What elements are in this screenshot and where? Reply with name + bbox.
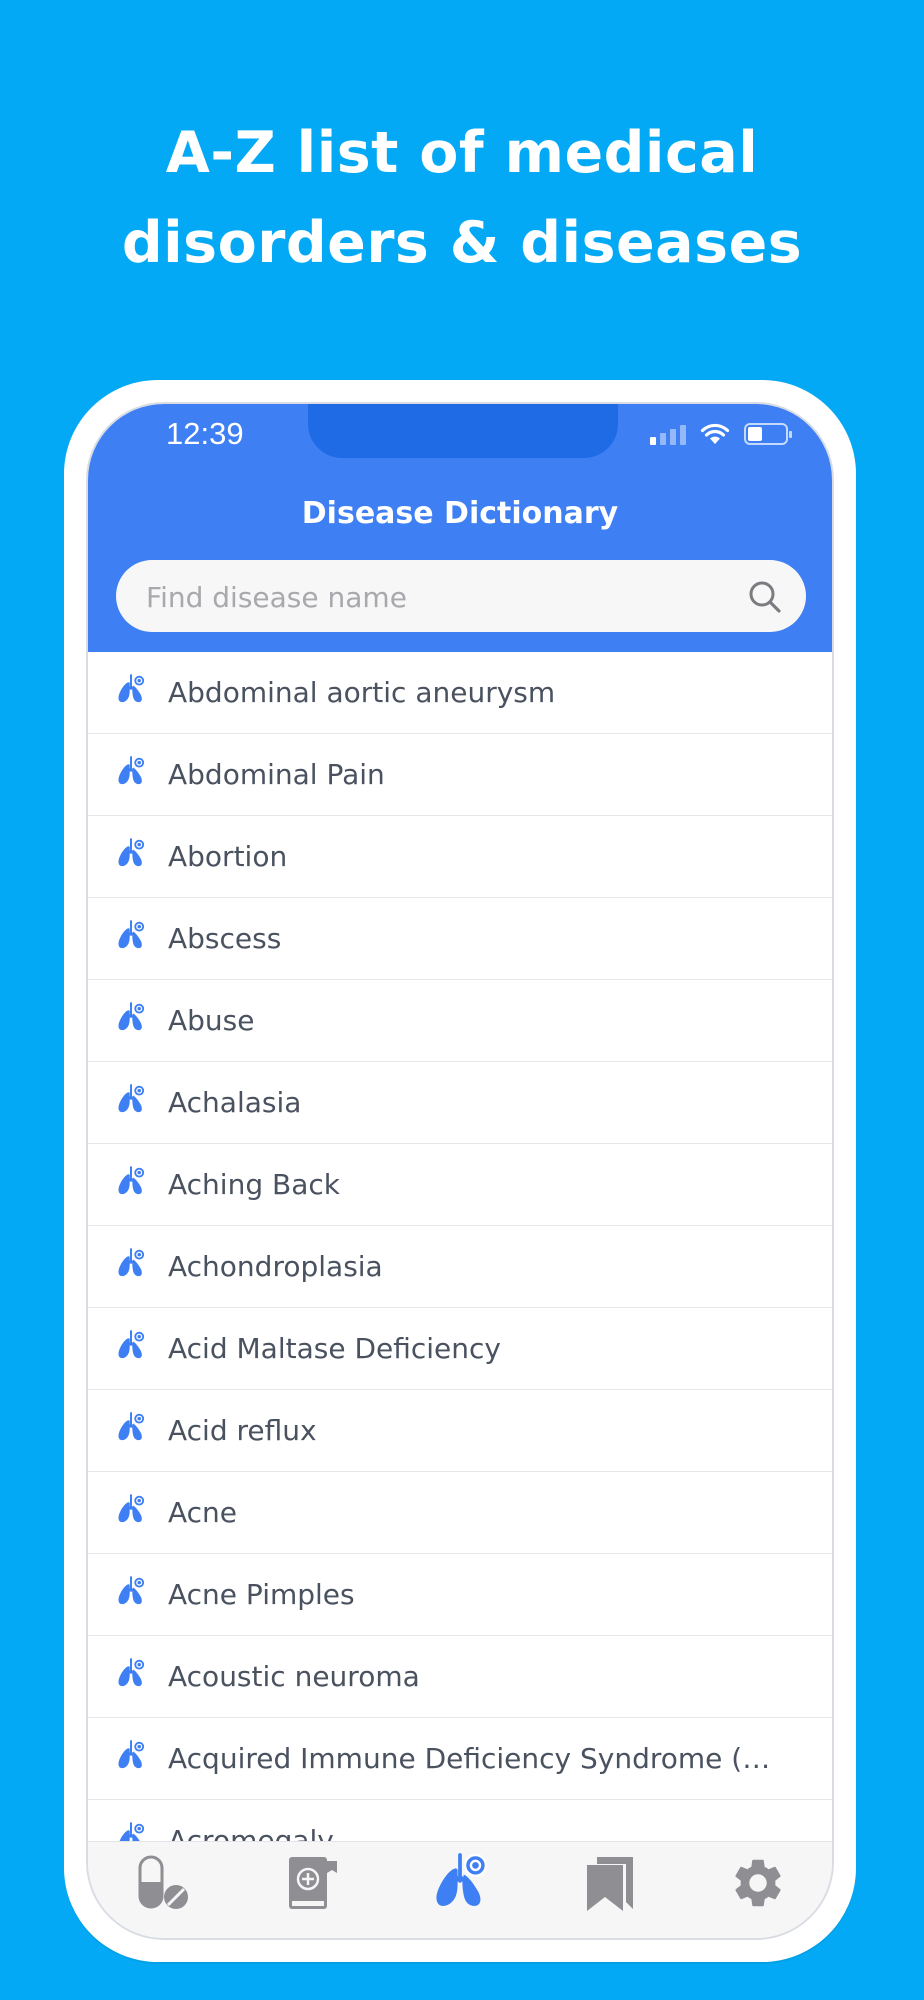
list-item-label: Acid reflux <box>168 1414 317 1447</box>
lungs-icon <box>436 1853 488 1906</box>
list-item-label: Acquired Immune Deficiency Syndrome (AI.… <box>168 1742 788 1775</box>
lungs-icon <box>118 1330 146 1359</box>
list-item[interactable]: Acquired Immune Deficiency Syndrome (AI.… <box>88 1718 832 1800</box>
lungs-icon <box>118 1740 146 1769</box>
tab-bar <box>88 1841 832 1938</box>
list-item[interactable]: Acid reflux <box>88 1390 832 1472</box>
list-item[interactable]: Abuse <box>88 980 832 1062</box>
lungs-icon <box>118 1248 146 1277</box>
lungs-icon <box>118 838 146 867</box>
cellular-signal-icon <box>650 423 686 445</box>
lungs-icon <box>118 1412 146 1441</box>
lungs-icon <box>118 1494 146 1523</box>
list-item[interactable]: Abortion <box>88 816 832 898</box>
search-input[interactable] <box>144 560 708 634</box>
list-item-label: Acne Pimples <box>168 1578 355 1611</box>
disease-list[interactable]: Abdominal aortic aneurysm Abdominal Pain… <box>88 652 832 1846</box>
phone-screen: 12:39 Disease Dictionary Find disease na… <box>86 402 834 1940</box>
lungs-icon <box>118 1576 146 1605</box>
lungs-icon <box>118 756 146 785</box>
app-header: 12:39 Disease Dictionary <box>88 404 832 652</box>
list-item-label: Abscess <box>168 922 282 955</box>
headline-line-2: disorders & diseases <box>121 210 803 276</box>
app-title: Disease Dictionary <box>301 496 619 531</box>
list-item[interactable]: Abdominal aortic aneurysm <box>88 652 832 734</box>
bookmarks-icon <box>586 1857 633 1911</box>
wifi-icon <box>700 423 730 444</box>
list-item[interactable]: Abdominal Pain <box>88 734 832 816</box>
list-item-label: Abortion <box>168 840 288 873</box>
list-item-label: Abdominal Pain <box>168 758 385 791</box>
medicine-icon <box>138 1855 189 1909</box>
lungs-icon <box>118 1084 146 1113</box>
list-item-label: Achalasia <box>168 1086 302 1119</box>
tab-bookmarks[interactable] <box>564 1848 654 1918</box>
battery-icon <box>744 423 792 445</box>
list-item-label: Acromegaly <box>168 1824 334 1846</box>
list-item[interactable]: Acne <box>88 1472 832 1554</box>
medical-book-icon <box>289 1857 338 1909</box>
list-item[interactable]: Abscess <box>88 898 832 980</box>
headline-line-1: A-Z list of medical <box>165 120 759 186</box>
tab-diseases[interactable] <box>415 1848 505 1918</box>
lungs-icon <box>118 1002 146 1031</box>
status-icons <box>650 422 792 446</box>
lungs-icon <box>118 674 146 703</box>
list-item[interactable]: Acid Maltase Deficiency <box>88 1308 832 1390</box>
list-item[interactable]: Aching Back <box>88 1144 832 1226</box>
status-time: 12:39 <box>166 416 244 451</box>
tab-dictionary[interactable] <box>266 1848 356 1918</box>
gear-icon <box>735 1859 781 1907</box>
promo-headline: A-Z list of medical disorders & diseases <box>0 108 924 288</box>
phone-notch <box>308 404 618 458</box>
lungs-icon <box>118 920 146 949</box>
list-item[interactable]: Acne Pimples <box>88 1554 832 1636</box>
list-item-label: Abdominal aortic aneurysm <box>168 676 556 709</box>
search-icon[interactable] <box>748 580 782 614</box>
list-item-label: Abuse <box>168 1004 255 1037</box>
tab-settings[interactable] <box>713 1848 803 1918</box>
list-item[interactable]: Achondroplasia <box>88 1226 832 1308</box>
list-item-label: Acoustic neuroma <box>168 1660 420 1693</box>
list-item-label: Aching Back <box>168 1168 340 1201</box>
list-item[interactable]: Acoustic neuroma <box>88 1636 832 1718</box>
lungs-icon <box>118 1166 146 1195</box>
list-item[interactable]: Acromegaly <box>88 1800 832 1846</box>
list-item-label: Achondroplasia <box>168 1250 383 1283</box>
search-bar[interactable] <box>116 560 806 634</box>
list-item-label: Acne <box>168 1496 238 1529</box>
tab-medicine[interactable] <box>117 1848 207 1918</box>
list-item-label: Acid Maltase Deficiency <box>168 1332 501 1365</box>
lungs-icon <box>118 1658 146 1687</box>
list-item[interactable]: Achalasia <box>88 1062 832 1144</box>
